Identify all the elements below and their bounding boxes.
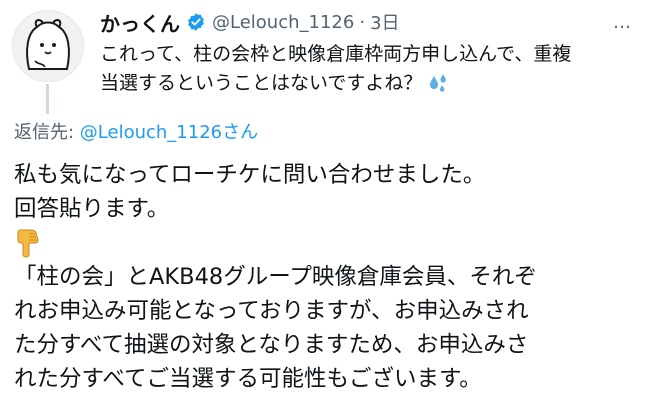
pointing-down-emoji-row [14,226,644,260]
separator-dot: · [359,11,366,33]
reply-text-line: れお申込み可能となっておりますが、お申込みされ [14,298,529,324]
parent-post[interactable]: かっくん @Lelouch_1126 · 3日 … これって、柱の会枠と映像倉庫… [0,0,650,118]
reply-to-mention[interactable]: @Lelouch_1126さん [80,122,258,143]
reply-text-line: 「柱の会」とAKB48グループ映像倉庫会員、それぞ [14,264,537,290]
parent-text-line: これって、柱の会枠と映像倉庫枠両方申し込んで、重複 [100,43,572,65]
author-handle[interactable]: @Lelouch_1126 [212,12,354,33]
pointing-down-icon [17,229,39,258]
avatar[interactable] [12,10,84,82]
parent-text-line-2: 当選するということはないですよね？ [100,69,620,98]
thread-line [46,84,49,114]
sweat-droplets-icon [430,73,447,92]
post-time[interactable]: 3日 [370,9,399,35]
parent-text-line: 当選するということはないですよね？ [100,72,423,94]
reply-text-line: た分すべて抽選の対象となりますため、お申込みさ [14,332,529,358]
more-options-icon[interactable]: … [613,12,632,33]
author-name[interactable]: かっくん [100,8,180,37]
reply-body: 私も気になってローチケに問い合わせました。 回答貼ります。 「柱の会」とAKB4… [14,158,644,396]
parent-post-text: これって、柱の会枠と映像倉庫枠両方申し込んで、重複 当選するということはないです… [100,40,620,98]
reply-text-line: 私も気になってローチケに問い合わせました。 [14,162,486,188]
reply-to-prefix: 返信先: [14,122,80,143]
verified-badge-icon[interactable] [186,12,206,32]
post-header: かっくん @Lelouch_1126 · 3日 [100,8,400,36]
reply-text-line: 回答貼ります。 [14,196,170,222]
reply-text-line: れた分すべてご当選する可能性もございます。 [14,366,482,392]
reply-to-label: 返信先: @Lelouch_1126さん [14,118,258,144]
avatar-illustration [26,19,70,70]
